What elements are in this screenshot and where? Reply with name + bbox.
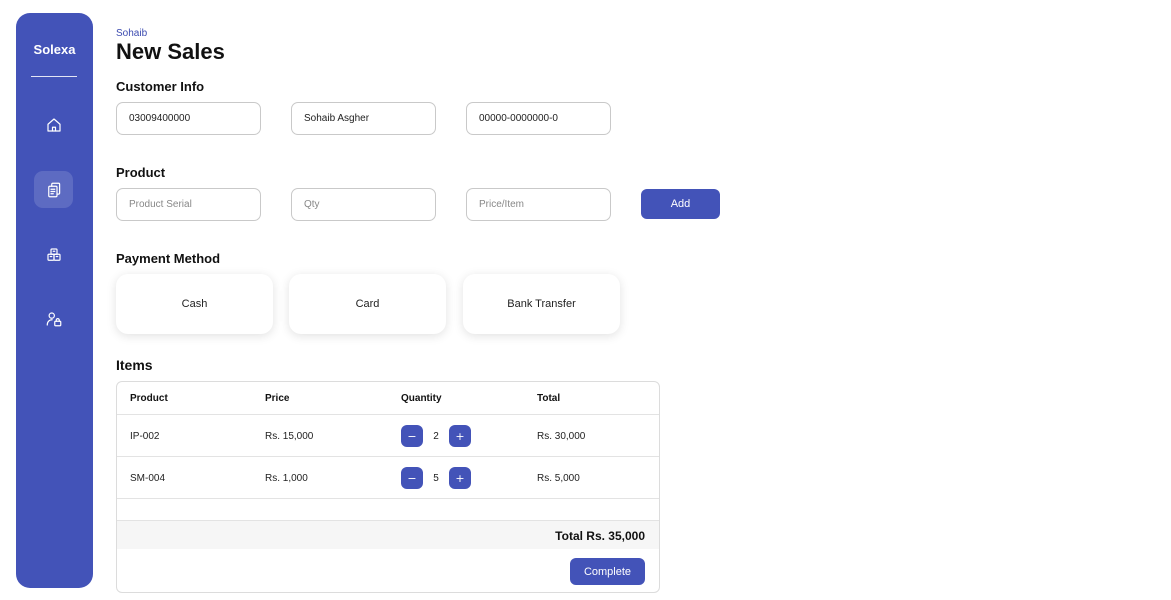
brand-divider [31, 76, 77, 77]
inventory-icon [46, 247, 61, 261]
items-heading: Items [116, 357, 153, 373]
table-row: SM-004 Rs. 1,000 − 5 + Rs. 5,000 [117, 457, 659, 499]
decrement-button[interactable]: − [401, 425, 423, 447]
price-per-item-input[interactable] [466, 188, 611, 221]
column-header-quantity: Quantity [401, 393, 442, 404]
table-header-row: Product Price Quantity Total [117, 382, 659, 415]
grand-total: Total Rs. 35,000 [555, 529, 645, 543]
row-price: Rs. 1,000 [265, 473, 308, 484]
decrement-button[interactable]: − [401, 467, 423, 489]
table-row: IP-002 Rs. 15,000 − 2 + Rs. 30,000 [117, 415, 659, 457]
customer-info-heading: Customer Info [116, 79, 205, 94]
add-button[interactable]: Add [641, 189, 720, 219]
column-header-product: Product [130, 393, 168, 404]
sidebar-item-home[interactable] [34, 106, 73, 143]
documents-icon [47, 182, 60, 197]
sidebar-item-sales[interactable] [34, 171, 73, 208]
row-quantity: 5 [433, 473, 439, 484]
sidebar-item-users[interactable] [34, 300, 73, 337]
brand-logo: Solexa [33, 42, 76, 57]
qty-input[interactable] [291, 188, 436, 221]
row-product: SM-004 [130, 473, 166, 484]
items-table: Product Price Quantity Total IP-002 Rs. … [116, 381, 660, 593]
payment-option-cash[interactable]: Cash [116, 274, 273, 334]
sidebar: Solexa [16, 13, 93, 588]
row-product: IP-002 [130, 431, 160, 442]
page-title: New Sales [116, 39, 225, 64]
total-bar: Total Rs. 35,000 [117, 520, 659, 549]
user-name: Sohaib [116, 28, 148, 39]
customer-name-field[interactable] [291, 102, 436, 135]
sidebar-item-inventory[interactable] [34, 236, 73, 273]
increment-button[interactable]: + [449, 425, 471, 447]
home-icon [46, 117, 61, 132]
increment-button[interactable]: + [449, 467, 471, 489]
row-quantity: 2 [433, 431, 439, 442]
row-total: Rs. 5,000 [537, 473, 580, 484]
column-header-total: Total [537, 393, 561, 404]
payment-option-card[interactable]: Card [289, 274, 446, 334]
row-price: Rs. 15,000 [265, 431, 314, 442]
payment-method-heading: Payment Method [116, 251, 221, 266]
column-header-price: Price [265, 393, 290, 404]
cnic-field[interactable] [466, 102, 611, 135]
row-total: Rs. 30,000 [537, 431, 586, 442]
product-serial-input[interactable] [116, 188, 261, 221]
phone-field[interactable] [116, 102, 261, 135]
product-heading: Product [116, 165, 166, 180]
complete-button[interactable]: Complete [570, 558, 645, 585]
user-lock-icon [46, 311, 61, 326]
payment-option-bank-transfer[interactable]: Bank Transfer [463, 274, 620, 334]
